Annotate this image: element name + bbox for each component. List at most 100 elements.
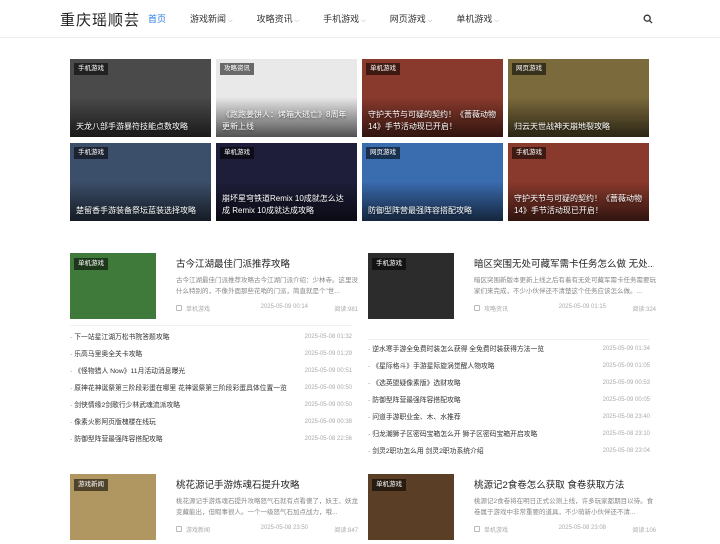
list-item[interactable]: - 防御型阵营最强阵容搭配攻略 2025-05-08 22:56 (70, 431, 352, 448)
featured-article[interactable]: 游戏新闻 桃花源记手游炼魂石提升攻略 桃花源记手游炼魂石提升攻略怒气石就有点看傻了，… (70, 474, 360, 544)
card-title[interactable]: 崩坏星穹铁道Remix 10成就怎么达成 Remix 10成就达成攻略 (222, 193, 351, 217)
nav-item[interactable]: 手机游戏 ⌵ (315, 0, 374, 38)
grid-card[interactable]: 单机游戏守护天节与可疑的契约！《蔷薇动物14》手节活动现已开启！ (362, 59, 503, 137)
article-date: 2025-05-09 00:14 (260, 304, 308, 310)
article-title[interactable]: 桃花源记手游炼魂石提升攻略 (176, 477, 356, 491)
article-title[interactable]: 古今江湖最佳门派推荐攻略 (176, 256, 356, 270)
article-thumbnail[interactable]: 手机游戏 (368, 253, 454, 319)
list-bullet: - (368, 346, 371, 353)
list-item[interactable]: - 下一站星江湖万松书院答题攻略 2025-05-08 01:32 (70, 329, 352, 346)
list-bullet: - (70, 368, 73, 375)
list-bullet: - (70, 334, 73, 341)
list-item-date: 2025-05-09 01:29 (304, 351, 352, 357)
list-bullet: - (70, 402, 73, 409)
nav-item[interactable]: 网页游戏 ⌵ (382, 0, 441, 38)
featured-article[interactable]: 手机游戏 暗区突围无处可藏军需卡任务怎么做 无处... 暗区突围新版本更新上线之后有… (368, 253, 658, 323)
list-item[interactable]: - 剑侠情缘2剑歌行少林武魂流派攻略 2025-05-09 00:50 (70, 397, 352, 414)
grid-card[interactable]: 网页游戏归云天世战神天崩地裂攻略 (508, 59, 649, 137)
article-list-right: - 逆水寒手游全免费时装怎么获得 全免费时装获得方法一览 2025-05-09 01… (368, 341, 650, 460)
category-tag[interactable]: 游戏新闻 (74, 479, 108, 491)
list-item-title[interactable]: 像素火影阿页版槐楼在线玩 (74, 419, 156, 426)
category-tag[interactable]: 手机游戏 (74, 147, 108, 159)
category-tag[interactable]: 手机游戏 (512, 147, 546, 159)
list-item[interactable]: - 问道手游职业金、木、水推荐 2025-05-08 23:40 (368, 409, 650, 426)
list-item-title[interactable]: 归龙潮狮子区密码宝箱怎么开 狮子区密码宝箱开启攻略 (372, 431, 537, 438)
card-title[interactable]: 《跑跑姜饼人：烤箱大逃亡》8周年更新上线 (222, 109, 351, 133)
list-item-title[interactable]: 剑灵2职功怎么用 剑灵2职功系统介绍 (372, 448, 483, 455)
list-item-title[interactable]: 防御型阵营最强阵容搭配攻略 (372, 397, 460, 404)
nav-item[interactable]: 单机游戏 ⌵ (448, 0, 507, 38)
list-item[interactable]: - 剑灵2职功怎么用 剑灵2职功系统介绍 2025-05-08 23:04 (368, 443, 650, 460)
list-item-title[interactable]: 《怪物猎人 Now》11月活动消息曝光 (74, 368, 185, 375)
article-category[interactable]: 游戏新闻 (186, 525, 210, 534)
list-item[interactable]: - 《星际格斗》手游星际旋涡觉醒人物攻略 2025-05-09 01:05 (368, 358, 650, 375)
list-item[interactable]: - 像素火影阿页版槐楼在线玩 2025-05-09 00:38 (70, 414, 352, 431)
list-item-date: 2025-05-09 00:53 (602, 380, 650, 386)
article-date: 2025-05-08 23:08 (558, 525, 606, 531)
category-tag[interactable]: 网页游戏 (366, 147, 400, 159)
list-item[interactable]: - 原神花神诞祭第三阶段彩蛋在哪里 花神诞祭第三阶段彩蛋具体位置一览 2025-05… (70, 380, 352, 397)
list-item-title[interactable]: 原神花神诞祭第三阶段彩蛋在哪里 花神诞祭第三阶段彩蛋具体位置一览 (74, 385, 287, 392)
list-item[interactable]: - 《怪物猎人 Now》11月活动消息曝光 2025-05-09 00:51 (70, 363, 352, 380)
grid-card[interactable]: 手机游戏楚留香手游装备祭坛蓝装选择攻略 (70, 143, 211, 221)
list-item-title[interactable]: 下一站星江湖万松书院答题攻略 (74, 334, 169, 341)
nav-item[interactable]: 攻略资讯 ⌵ (249, 0, 308, 38)
list-bullet: - (368, 414, 371, 421)
grid-card[interactable]: 攻略资讯《跑跑姜饼人：烤箱大逃亡》8周年更新上线 (216, 59, 357, 137)
card-title[interactable]: 防御型阵营最强阵容搭配攻略 (368, 205, 497, 217)
list-item-date: 2025-05-08 01:32 (304, 334, 352, 340)
grid-card[interactable]: 单机游戏崩坏星穹铁道Remix 10成就怎么达成 Remix 10成就达成攻略 (216, 143, 357, 221)
category-tag[interactable]: 手机游戏 (74, 63, 108, 75)
card-title[interactable]: 守护天节与可疑的契约！《蔷薇动物14》手节活动现已开启！ (514, 193, 643, 217)
nav-item-label: 游戏新闻 (190, 14, 227, 24)
list-item-date: 2025-05-09 00:38 (304, 419, 352, 425)
card-title[interactable]: 守护天节与可疑的契约！《蔷薇动物14》手节活动现已开启！ (368, 109, 497, 133)
site-logo[interactable]: 重庆瑶顺芸 (60, 9, 140, 30)
category-tag[interactable]: 单机游戏 (372, 479, 406, 491)
category-tag[interactable]: 单机游戏 (220, 147, 254, 159)
article-title[interactable]: 暗区突围无处可藏军需卡任务怎么做 无处... (474, 256, 654, 270)
article-date: 2025-05-08 23:50 (260, 525, 308, 531)
list-item[interactable]: - 逆水寒手游全免费时装怎么获得 全免费时装获得方法一览 2025-05-09 01… (368, 341, 650, 358)
list-item-title[interactable]: 逆水寒手游全免费时装怎么获得 全免费时装获得方法一览 (372, 346, 544, 353)
list-item-title[interactable]: 剑侠情缘2剑歌行少林武魂流派攻略 (74, 402, 180, 409)
article-category[interactable]: 单机游戏 (186, 304, 210, 313)
article-thumbnail[interactable]: 单机游戏 (368, 474, 454, 540)
nav-item[interactable]: 首页 (140, 0, 174, 38)
category-tag[interactable]: 攻略资讯 (220, 63, 254, 75)
category-tag[interactable]: 单机游戏 (74, 258, 108, 270)
article-thumbnail[interactable]: 单机游戏 (70, 253, 156, 319)
list-item[interactable]: - 防御型阵营最强阵容搭配攻略 2025-05-09 00:05 (368, 392, 650, 409)
list-item-date: 2025-05-08 23:40 (602, 414, 650, 420)
nav-item-label: 首页 (148, 14, 167, 24)
chevron-down-icon: ⌵ (427, 18, 433, 24)
grid-card[interactable]: 手机游戏天龙八部手游暴符技能点数攻略 (70, 59, 211, 137)
grid-card[interactable]: 网页游戏防御型阵营最强阵容搭配攻略 (362, 143, 503, 221)
card-title[interactable]: 归云天世战神天崩地裂攻略 (514, 121, 643, 133)
article-thumbnail[interactable]: 游戏新闻 (70, 474, 156, 540)
featured-article[interactable]: 单机游戏 古今江湖最佳门派推荐攻略 古今江湖最佳门派推荐攻略古今江湖门派介绍：少林寺… (70, 253, 360, 323)
nav-item[interactable]: 游戏新闻 ⌵ (182, 0, 241, 38)
list-item[interactable]: - 归龙潮狮子区密码宝箱怎么开 狮子区密码宝箱开启攻略 2025-05-08 23:… (368, 426, 650, 443)
article-category[interactable]: 单机游戏 (484, 525, 508, 534)
list-item-title[interactable]: 防御型阵营最强阵容搭配攻略 (74, 436, 162, 443)
card-title[interactable]: 天龙八部手游暴符技能点数攻略 (76, 121, 205, 133)
card-title[interactable]: 楚留香手游装备祭坛蓝装选择攻略 (76, 205, 205, 217)
list-item[interactable]: - 《选英盟疑像素版》选财攻略 2025-05-09 00:53 (368, 375, 650, 392)
article-title[interactable]: 桃源记2食卷怎么获取 食卷获取方法 (474, 477, 654, 491)
category-tag[interactable]: 手机游戏 (372, 258, 406, 270)
list-item[interactable]: - 乐高马里奥全关卡攻略 2025-05-09 01:29 (70, 346, 352, 363)
article-category[interactable]: 攻略资讯 (484, 304, 508, 313)
list-bullet: - (368, 363, 371, 370)
list-item-title[interactable]: 《选英盟疑像素版》选财攻略 (372, 380, 460, 387)
list-item-title[interactable]: 乐高马里奥全关卡攻略 (74, 351, 142, 358)
category-tag[interactable]: 单机游戏 (366, 63, 400, 75)
list-item-title[interactable]: 问道手游职业金、木、水推荐 (372, 414, 460, 421)
list-item-date: 2025-05-09 00:50 (304, 402, 352, 408)
list-item-title[interactable]: 《星际格斗》手游星际旋涡觉醒人物攻略 (372, 363, 494, 370)
grid-card[interactable]: 手机游戏守护天节与可疑的契约！《蔷薇动物14》手节活动现已开启！ (508, 143, 649, 221)
featured-article[interactable]: 单机游戏 桃源记2食卷怎么获取 食卷获取方法 桃源记2食卷将在明日正式公测上线，许多… (368, 474, 658, 544)
category-tag[interactable]: 网页游戏 (512, 63, 546, 75)
list-item-date: 2025-05-09 00:05 (602, 397, 650, 403)
search-icon[interactable] (643, 14, 653, 24)
